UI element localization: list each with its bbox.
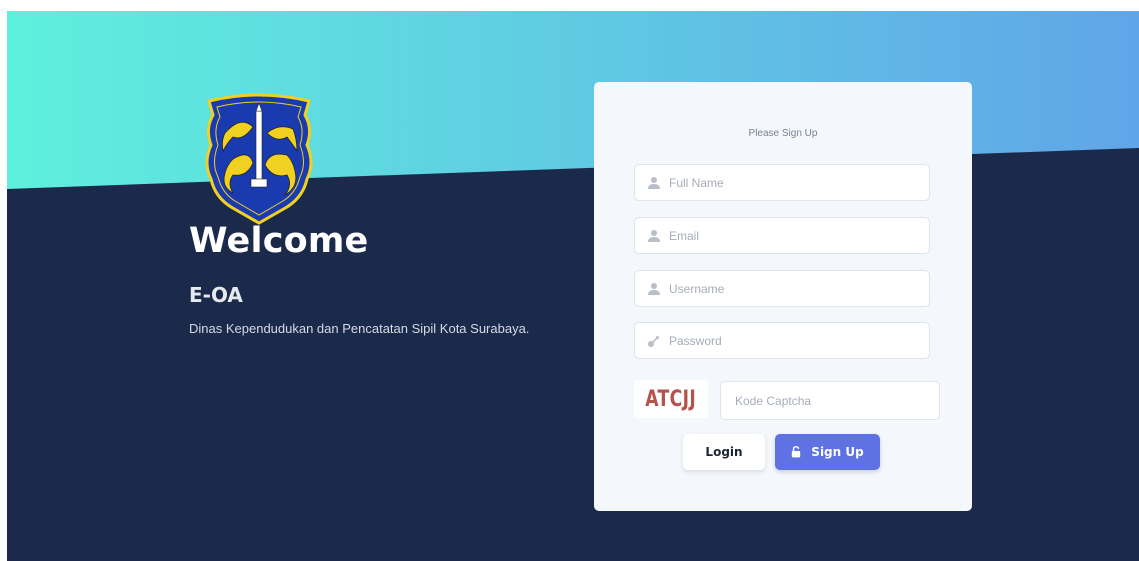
full-name-input[interactable]: [669, 165, 919, 200]
full-name-field[interactable]: [634, 164, 930, 201]
welcome-heading: Welcome: [189, 221, 369, 261]
captcha-input[interactable]: [735, 382, 930, 419]
password-input[interactable]: [669, 323, 919, 358]
email-input[interactable]: [669, 218, 919, 253]
captcha-image: ATCJJ: [634, 380, 708, 418]
email-field[interactable]: [634, 217, 930, 254]
user-icon: [648, 283, 660, 295]
user-icon: [648, 177, 660, 189]
agency-description: Dinas Kependudukan dan Pencatatan Sipil …: [189, 321, 530, 336]
username-field[interactable]: [634, 270, 930, 307]
signup-button[interactable]: Sign Up: [775, 434, 880, 470]
login-button[interactable]: Login: [683, 434, 765, 470]
signup-card: Please Sign Up Full Name Email Username …: [594, 82, 972, 511]
signup-button-label: Sign Up: [811, 445, 864, 459]
unlock-icon: [792, 446, 801, 458]
captcha-field[interactable]: [720, 381, 940, 420]
password-field[interactable]: [634, 322, 930, 359]
captcha-text: ATCJJ: [645, 386, 697, 412]
user-icon: [648, 230, 660, 242]
page-background: Welcome E-OA Dinas Kependudukan dan Penc…: [7, 11, 1139, 561]
app-name: E-OA: [189, 283, 243, 307]
surabaya-crest-logo: [205, 93, 313, 225]
form-title: Please Sign Up: [748, 128, 818, 139]
username-input[interactable]: [669, 271, 919, 306]
key-icon: [648, 336, 659, 347]
